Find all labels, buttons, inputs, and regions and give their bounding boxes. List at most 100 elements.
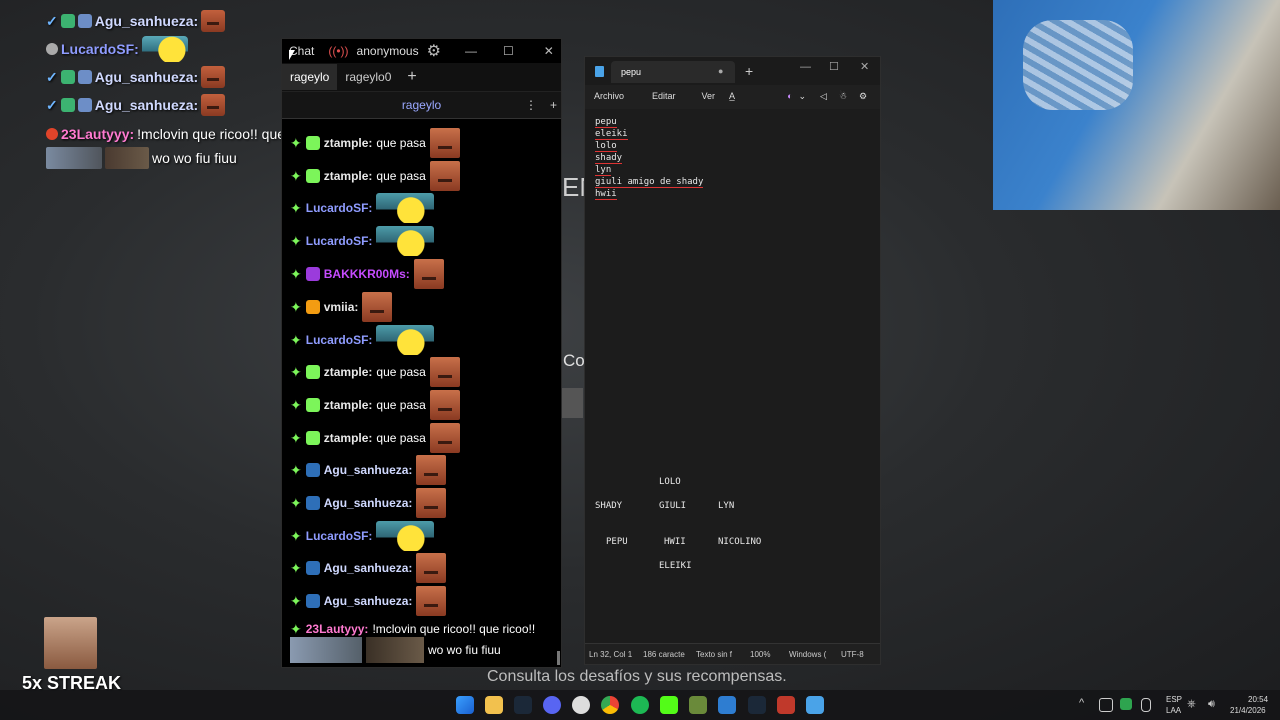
clock-time[interactable]: 20:54 [1248, 695, 1268, 704]
minimize-icon[interactable]: — [800, 61, 811, 73]
close-icon[interactable]: ✕ [544, 44, 554, 58]
chat-username[interactable]: ztample: [324, 365, 373, 379]
emote-icon [429, 357, 460, 387]
add-tab-icon[interactable]: + [399, 62, 424, 92]
emote-icon [429, 128, 460, 158]
overlay-row: ✓ Agu_sanhueza: [46, 65, 226, 89]
chat-username[interactable]: LucardoSF: [306, 333, 373, 347]
folder-icon[interactable] [485, 696, 503, 714]
close-icon[interactable]: ✕ [860, 60, 869, 73]
chevron-down-icon[interactable]: ⌄ [799, 91, 807, 102]
prime-icon: ✦ [290, 134, 302, 151]
format-icon[interactable]: A̲ [729, 91, 735, 101]
chat-message: ✦ LucardoSF: [290, 193, 435, 223]
status-position: Ln 32, Col 1 [589, 650, 633, 659]
chat-username[interactable]: BAKKKR00Ms: [324, 267, 410, 281]
chat-message: ✦ ztample: que pasa [290, 423, 460, 453]
notepad-window[interactable]: pepu ● + — ☐ ✕ Archivo Editar Ver A̲ ◐ ⌄… [584, 56, 881, 665]
notepad-titlebar: pepu ● + — ☐ ✕ [585, 57, 880, 85]
minimize-icon[interactable]: — [465, 44, 477, 58]
chat-username[interactable]: ztample: [324, 398, 373, 412]
steam-icon[interactable] [514, 696, 532, 714]
menu-ver[interactable]: Ver [702, 91, 716, 101]
notepad-editor[interactable]: pepu eleiki lolo shady lyn giuli amigo d… [585, 109, 880, 643]
mic-icon[interactable] [1141, 698, 1151, 712]
editor-line: lolo [595, 141, 617, 152]
steam-icon-2[interactable] [748, 696, 766, 714]
maximize-icon[interactable]: ☐ [829, 60, 839, 73]
split-icon[interactable]: + [550, 98, 557, 112]
share-icon[interactable]: ◁ [820, 91, 827, 102]
chat-username[interactable]: Agu_sanhueza: [324, 594, 413, 608]
emote-icon [376, 193, 435, 223]
prime-icon: ✦ [290, 167, 302, 184]
grid-word: SHADY [595, 501, 623, 511]
prime-icon: ✦ [290, 461, 302, 478]
chat-window[interactable]: Chat ((•)) anonymous ⚙ — ☐ ✕ rageylo rag… [281, 38, 562, 668]
prime-icon: ✦ [290, 429, 302, 446]
chatterino-icon[interactable] [718, 696, 736, 714]
volume-icon[interactable]: 🔊︎ [1208, 698, 1215, 711]
chat-username[interactable]: ztample: [324, 136, 373, 150]
obs-icon[interactable] [572, 696, 590, 714]
user-badge-icon [305, 136, 320, 150]
editor-line: eleiki [595, 129, 628, 140]
prime-icon: ✦ [290, 592, 302, 609]
badge-icon [77, 98, 92, 112]
chrome-icon[interactable] [601, 696, 619, 714]
tray-icon[interactable] [1120, 698, 1132, 710]
profile-icon[interactable]: ☃ [839, 91, 847, 102]
settings-icon[interactable]: ⚙ [427, 41, 441, 61]
chat-username[interactable]: Agu_sanhueza: [324, 463, 413, 477]
gear-icon[interactable]: ⚙ [859, 91, 867, 102]
network-icon[interactable]: ⎈ [1187, 698, 1196, 711]
grid-word: HWII [664, 537, 686, 547]
chat-username[interactable]: LucardoSF: [306, 201, 373, 215]
background-block [561, 388, 583, 418]
chat-username[interactable]: vmiia: [324, 300, 359, 314]
chat-user[interactable]: anonymous [357, 44, 419, 58]
minecraft-icon[interactable] [689, 696, 707, 714]
tab-rageylo[interactable]: rageylo [282, 64, 338, 90]
menu-archivo[interactable]: Archivo [594, 91, 624, 101]
grid-word: PEPU [606, 537, 628, 547]
chat-username[interactable]: ztample: [324, 169, 373, 183]
editor-line: pepu [595, 117, 617, 128]
discord-icon[interactable] [543, 696, 561, 714]
prime-icon: ✦ [290, 559, 302, 576]
prime-icon: ✦ [290, 331, 302, 348]
maximize-icon[interactable]: ☐ [503, 44, 514, 58]
user-badge-icon [305, 561, 320, 575]
start-icon[interactable] [456, 696, 474, 714]
tab-title: pepu [621, 67, 642, 77]
new-tab-icon[interactable]: + [745, 63, 753, 79]
chat-text: que pasa [376, 136, 426, 150]
channel-tabs: rageylo rageylo0 + [282, 63, 561, 91]
chat-username[interactable]: LucardoSF: [306, 529, 373, 543]
chat-username[interactable]: Agu_sanhueza: [324, 561, 413, 575]
chat-username[interactable]: ztample: [324, 431, 373, 445]
more-icon[interactable]: ⋮ [525, 98, 537, 112]
streak-emote-icon [44, 617, 97, 669]
kick-icon[interactable] [660, 696, 678, 714]
chat-username[interactable]: Agu_sanhueza: [324, 496, 413, 510]
notepad-taskbar-icon[interactable] [806, 696, 824, 714]
chat-text: que pasa [376, 365, 426, 379]
chat-username[interactable]: LucardoSF: [306, 234, 373, 248]
chat-username[interactable]: 23Lautyyy: [306, 622, 369, 636]
tray-icon[interactable] [1099, 698, 1113, 712]
tab-rageylo0[interactable]: rageylo0 [337, 64, 399, 90]
scrollbar[interactable] [557, 651, 560, 665]
language-sub: LAA [1166, 706, 1182, 715]
user-badge-icon [305, 398, 320, 412]
app-icon[interactable] [777, 696, 795, 714]
notepad-menubar: Archivo Editar Ver A̲ ◐ ⌄ ◁ ☃ ⚙ [585, 85, 880, 107]
language-label[interactable]: ESP [1166, 695, 1182, 704]
chevron-up-icon[interactable]: ^ [1079, 697, 1084, 709]
verified-icon [60, 14, 75, 28]
copilot-icon[interactable]: ◐ [787, 91, 792, 101]
spotify-icon[interactable] [631, 696, 649, 714]
chat-message: ✦ vmiia: [290, 292, 393, 322]
verified-icon [60, 70, 75, 84]
menu-editar[interactable]: Editar [652, 91, 676, 101]
